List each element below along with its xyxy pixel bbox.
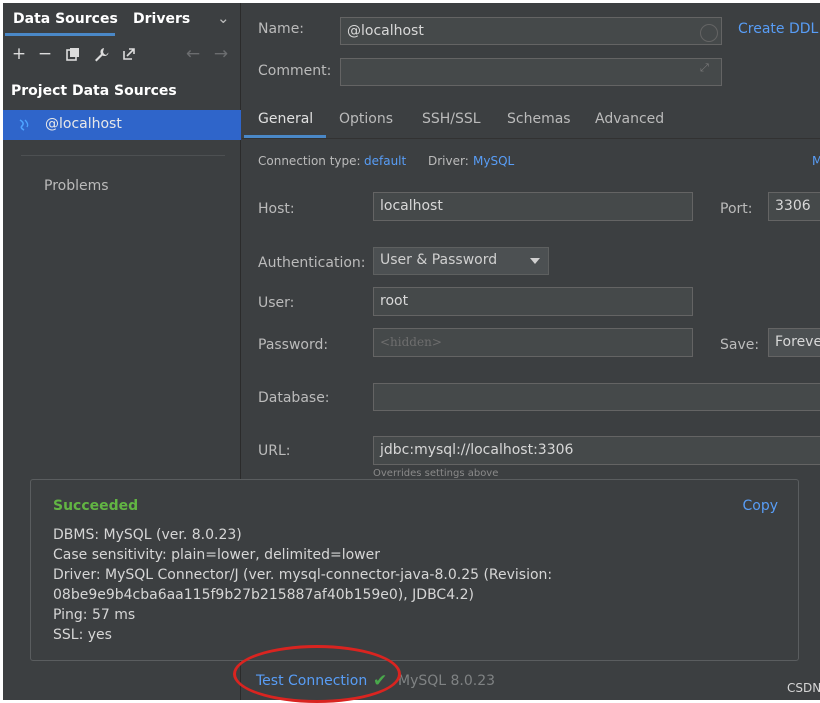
annotation-circle	[233, 645, 401, 703]
url-field[interactable]: jdbc:mysql://localhost:3306	[373, 436, 820, 465]
authentication-dropdown[interactable]: User & Password	[373, 247, 549, 275]
bottom-bar: Test Connection ✔ MySQL 8.0.23 CSDN	[3, 667, 820, 700]
sidebar-toolbar: + − ← →	[3, 43, 241, 69]
name-label: Name:	[258, 21, 305, 37]
chevron-down-icon[interactable]: ⌄	[217, 9, 230, 27]
database-label: Database:	[258, 390, 330, 406]
user-field[interactable]: root	[373, 287, 693, 316]
driver-label: Driver:	[428, 154, 469, 168]
authentication-label: Authentication:	[258, 255, 366, 271]
url-value: jdbc:mysql://localhost:3306	[380, 442, 574, 458]
sidebar-item-label: @localhost	[45, 116, 122, 132]
tab-advanced[interactable]: Advanced	[595, 111, 664, 127]
tab-options[interactable]: Options	[339, 111, 393, 127]
tab-schemas[interactable]: Schemas	[507, 111, 571, 127]
password-field[interactable]: <hidden>	[373, 328, 693, 357]
add-icon[interactable]: +	[9, 43, 29, 65]
name-value: @localhost	[347, 23, 424, 39]
popup-line: 08be9e9b4cba6aa115f9b27b215887af40b159e0…	[53, 587, 474, 603]
back-arrow-icon[interactable]: ←	[183, 43, 203, 65]
host-label: Host:	[258, 201, 295, 217]
divider	[21, 155, 225, 156]
external-link-icon[interactable]	[119, 43, 139, 65]
tab-ssh-ssl[interactable]: SSH/SSL	[422, 111, 481, 127]
url-label: URL:	[258, 443, 291, 459]
datasource-icon	[19, 119, 29, 131]
tab-data-sources[interactable]: Data Sources	[13, 11, 118, 27]
test-result-popup: Succeeded Copy DBMS: MySQL (ver. 8.0.23)…	[30, 479, 799, 661]
port-label: Port:	[720, 201, 753, 217]
password-label: Password:	[258, 337, 329, 353]
tab-drivers[interactable]: Drivers	[133, 11, 190, 27]
host-field[interactable]: localhost	[373, 192, 693, 221]
popup-line: DBMS: MySQL (ver. 8.0.23)	[53, 527, 242, 543]
port-field[interactable]: 3306	[768, 192, 820, 221]
database-field[interactable]	[373, 383, 820, 411]
project-data-sources-title: Project Data Sources	[11, 83, 177, 99]
remove-icon[interactable]: −	[35, 43, 55, 65]
popup-line: Case sensitivity: plain=lower, delimited…	[53, 547, 380, 563]
mysql-version: MySQL 8.0.23	[398, 673, 496, 689]
copy-link[interactable]: Copy	[742, 498, 778, 514]
user-label: User:	[258, 295, 295, 311]
watermark: CSDN	[787, 681, 820, 695]
connection-type-link[interactable]: default	[364, 154, 406, 168]
comment-field[interactable]	[340, 58, 722, 86]
sidebar-item-localhost[interactable]: @localhost	[3, 110, 241, 140]
password-placeholder: <hidden>	[380, 335, 442, 349]
expand-icon[interactable]: ⤢	[700, 61, 714, 75]
save-dropdown[interactable]: Foreve	[768, 328, 820, 357]
color-picker-button[interactable]	[700, 24, 718, 42]
port-value: 3306	[775, 198, 811, 214]
authentication-value: User & Password	[380, 252, 498, 268]
divider	[242, 138, 820, 139]
forward-arrow-icon[interactable]: →	[211, 43, 231, 65]
popup-line: Ping: 57 ms	[53, 607, 136, 623]
create-ddl-link[interactable]: Create DDL M	[738, 21, 820, 37]
save-label: Save:	[720, 337, 760, 353]
active-tab-indicator	[5, 33, 115, 36]
tab-general[interactable]: General	[258, 111, 313, 127]
popup-line: Driver: MySQL Connector/J (ver. mysql-co…	[53, 567, 553, 583]
wrench-icon[interactable]	[91, 43, 111, 65]
comment-label: Comment:	[258, 63, 332, 79]
user-value: root	[380, 293, 409, 309]
save-value: Foreve	[775, 334, 820, 350]
sidebar-item-problems[interactable]: Problems	[44, 178, 109, 194]
name-field[interactable]: @localhost	[340, 17, 722, 45]
duplicate-icon[interactable]	[63, 43, 83, 65]
popup-title: Succeeded	[53, 498, 139, 514]
driver-link[interactable]: MySQL	[473, 154, 514, 168]
popup-line: SSL: yes	[53, 627, 112, 643]
chevron-down-icon	[530, 258, 540, 264]
url-hint: Overrides settings above	[373, 468, 499, 479]
connection-type-label: Connection type:	[258, 154, 361, 168]
host-value: localhost	[380, 198, 443, 214]
right-cut-link[interactable]: M	[812, 154, 820, 168]
sidebar-tabs: Data Sources Drivers ⌄	[3, 3, 241, 37]
data-sources-dialog: Data Sources Drivers ⌄ + − ← → Project D…	[3, 3, 820, 700]
